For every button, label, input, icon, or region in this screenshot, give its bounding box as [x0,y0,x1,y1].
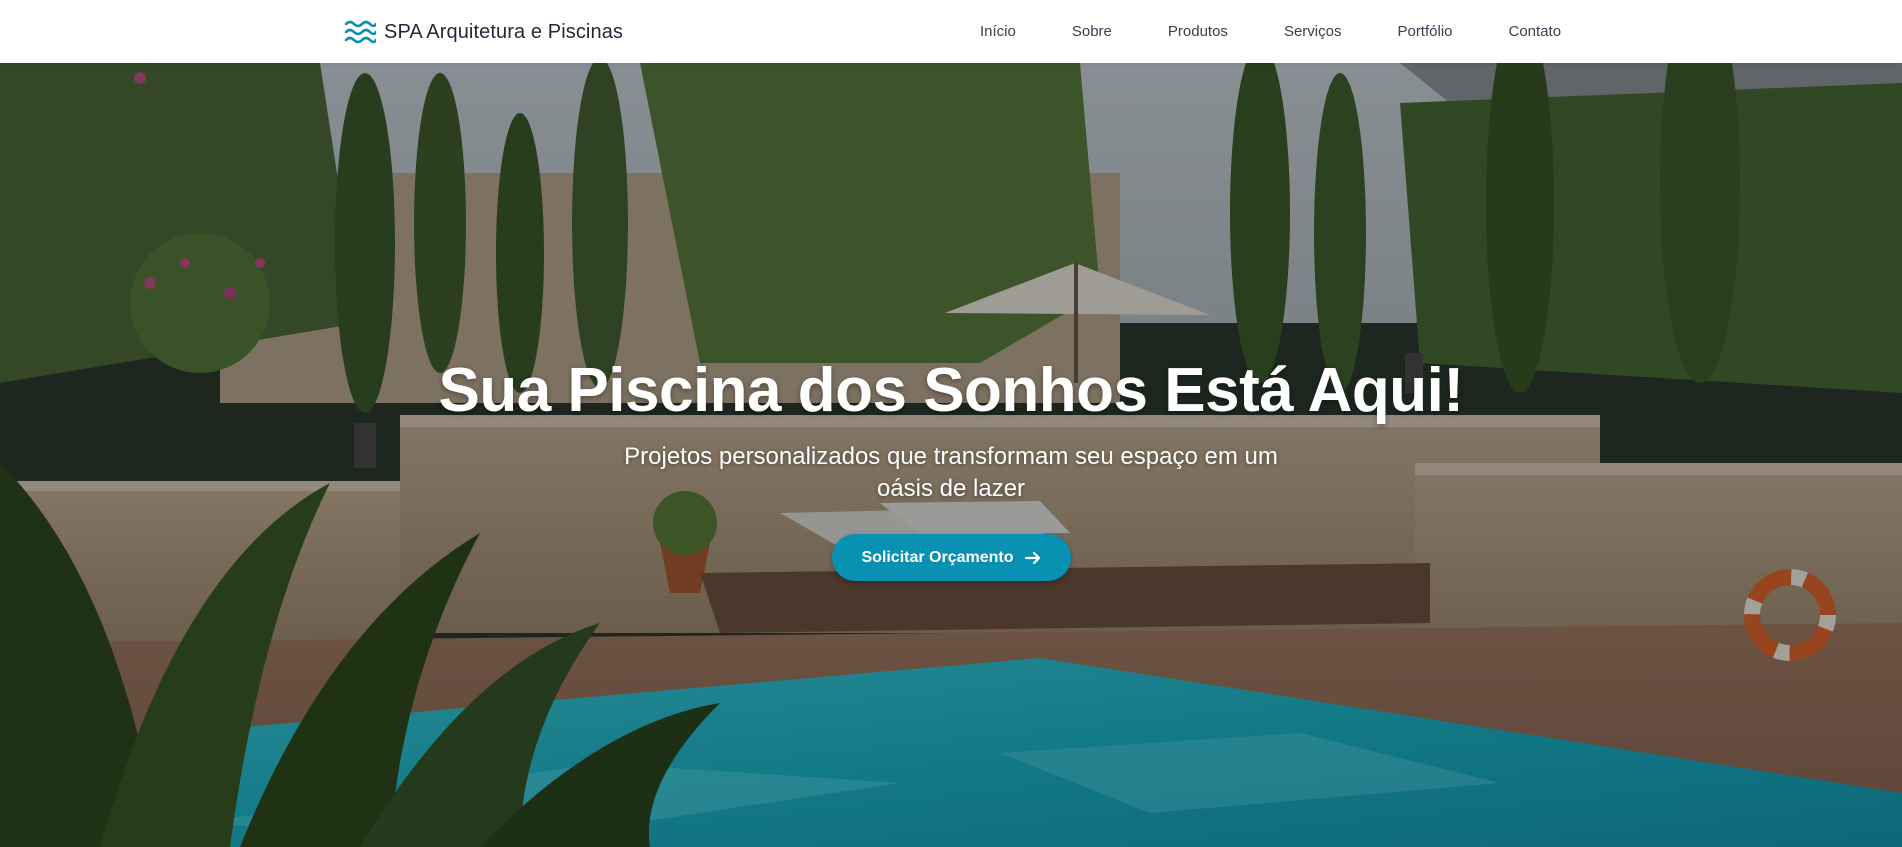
nav-link-servicos[interactable]: Serviços [1256,23,1370,40]
hero-title: Sua Piscina dos Sonhos Está Aqui! [438,356,1464,425]
brand-logo-link[interactable]: SPA Arquitetura e Piscinas [344,17,623,47]
nav-link-inicio[interactable]: Início [958,23,1044,40]
nav-link-produtos[interactable]: Produtos [1140,23,1256,40]
hero-subtitle: Projetos personalizados que transformam … [624,443,1278,502]
nav-link-contato[interactable]: Contato [1481,23,1590,40]
main-nav: Início Sobre Produtos Serviços Portfólio… [958,0,1589,63]
hero-section: Sua Piscina dos Sonhos Está Aqui! Projet… [0,63,1902,847]
request-quote-button[interactable]: Solicitar Orçamento [832,534,1071,581]
site-header: SPA Arquitetura e Piscinas Início Sobre … [0,0,1902,63]
brand-name: SPA Arquitetura e Piscinas [384,20,624,43]
waves-icon [344,20,376,44]
request-quote-label: Solicitar Orçamento [861,548,1014,566]
arrow-right-icon [1024,551,1040,564]
nav-link-sobre[interactable]: Sobre [1044,23,1140,40]
nav-link-portfolio[interactable]: Portfólio [1369,23,1480,40]
